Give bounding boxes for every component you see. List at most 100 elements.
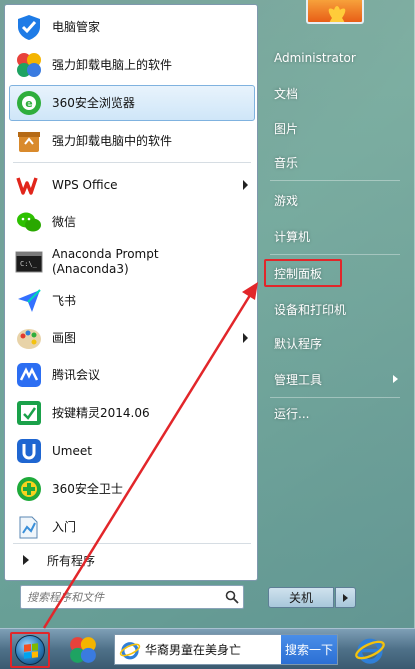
programs-panel: 电脑管家 强力卸载电脑上的软件 e 360安全浏览器 强力卸载电脑中的软件 WP… (4, 4, 258, 581)
run-label: 运行... (274, 406, 310, 421)
program-item-uninstall-2[interactable]: 强力卸载电脑中的软件 (9, 123, 255, 159)
documents-label: 文档 (274, 86, 299, 101)
default-programs-link[interactable]: 默认程序 (264, 329, 404, 357)
program-label: WPS Office (52, 177, 118, 192)
admin-tools-link[interactable]: 管理工具 (264, 365, 404, 393)
divider (13, 543, 251, 544)
program-label: 360安全浏览器 (52, 95, 135, 110)
program-label-line2: (Anaconda3) (52, 262, 129, 276)
program-item-umeet[interactable]: Umeet (9, 433, 255, 469)
program-item-wps[interactable]: WPS Office (9, 167, 255, 203)
program-label: 飞书 (52, 293, 77, 308)
recycle-box-icon (14, 126, 44, 156)
shutdown-label: 关机 (288, 591, 313, 605)
control-panel-label: 控制面板 (274, 266, 323, 281)
tencent-meeting-icon (14, 360, 44, 390)
svg-text:C:\_: C:\_ (20, 260, 38, 268)
uninstall-clover-icon (70, 637, 96, 663)
user-avatar[interactable] (306, 0, 364, 24)
divider (270, 180, 400, 181)
program-item-tencent-meeting[interactable]: 腾讯会议 (9, 357, 255, 393)
control-panel-link[interactable]: 控制面板 (264, 259, 342, 287)
start-search-box[interactable] (20, 585, 244, 609)
devices-printers-link[interactable]: 设备和打印机 (264, 295, 404, 323)
all-programs-button[interactable]: 所有程序 (9, 546, 255, 574)
computer-link[interactable]: 计算机 (264, 222, 404, 250)
tencent-pc-manager-icon (14, 12, 44, 42)
submenu-arrow-icon (393, 375, 398, 383)
program-item-feishu[interactable]: 飞书 (9, 283, 255, 319)
taskbar-search-button[interactable]: 搜索一下 (281, 635, 337, 664)
wps-icon (14, 170, 44, 200)
run-link[interactable]: 运行... (264, 399, 404, 427)
start-menu: 电脑管家 强力卸载电脑上的软件 e 360安全浏览器 强力卸载电脑中的软件 WP… (0, 0, 415, 628)
taskbar-ie-app[interactable] (352, 633, 388, 667)
divider (13, 162, 251, 163)
shutdown-button[interactable]: 关机 (268, 587, 334, 608)
documents-link[interactable]: 文档 (264, 79, 404, 107)
program-item-uninstall[interactable]: 强力卸载电脑上的软件 (9, 47, 255, 83)
taskbar-uninstall-app[interactable] (66, 634, 100, 666)
devices-printers-label: 设备和打印机 (274, 302, 347, 317)
submenu-arrow-icon (243, 180, 248, 190)
program-label: 腾讯会议 (52, 367, 101, 382)
program-label: 电脑管家 (52, 19, 101, 34)
program-item-getting-started[interactable]: 入门 (9, 509, 255, 545)
svg-text:e: e (25, 97, 32, 110)
feishu-icon (14, 286, 44, 316)
terminal-icon: C:\_ (14, 247, 44, 277)
pictures-label: 图片 (274, 121, 299, 136)
program-label: Umeet (52, 443, 92, 458)
shutdown-options-button[interactable] (335, 587, 356, 608)
program-item-anaconda[interactable]: C:\_ Anaconda Prompt (Anaconda3) (9, 241, 255, 283)
uninstall-clover-icon (14, 50, 44, 80)
user-name: Administrator (274, 51, 356, 65)
taskbar: 华裔男童在美身亡 搜索一下 (0, 628, 415, 669)
start-button[interactable] (10, 632, 50, 668)
program-label: 微信 (52, 214, 77, 229)
search-icon[interactable] (221, 586, 243, 608)
all-programs-label: 所有程序 (47, 553, 96, 568)
expand-arrow-icon (23, 555, 29, 565)
program-item-key-sprite[interactable]: 按键精灵2014.06 (9, 395, 255, 431)
taskbar-search-widget[interactable]: 华裔男童在美身亡 搜索一下 (114, 634, 338, 665)
default-programs-label: 默认程序 (274, 336, 323, 351)
paint-icon (14, 323, 44, 353)
program-label: 360安全卫士 (52, 481, 123, 496)
program-item-pc-manager[interactable]: 电脑管家 (9, 9, 255, 45)
umeet-icon (14, 436, 44, 466)
wechat-icon (14, 207, 44, 237)
divider (270, 254, 400, 255)
search-input[interactable] (27, 587, 221, 607)
program-label-line1: Anaconda Prompt (52, 247, 159, 261)
program-item-wechat[interactable]: 微信 (9, 204, 255, 240)
program-label: 按键精灵2014.06 (52, 405, 150, 420)
program-item-360-browser[interactable]: e 360安全浏览器 (9, 85, 255, 121)
key-sprite-icon (14, 398, 44, 428)
flower-picture-icon (328, 6, 346, 22)
music-link[interactable]: 音乐 (264, 148, 404, 176)
user-name-link[interactable]: Administrator (264, 44, 404, 72)
program-label: 强力卸载电脑中的软件 (52, 133, 173, 148)
windows-logo-icon (15, 635, 45, 665)
pictures-link[interactable]: 图片 (264, 114, 404, 142)
360-browser-icon: e (14, 88, 44, 118)
divider (270, 397, 400, 398)
games-link[interactable]: 游戏 (264, 186, 404, 214)
music-label: 音乐 (274, 155, 299, 170)
program-label: 强力卸载电脑上的软件 (52, 57, 173, 72)
program-label: 画图 (52, 330, 77, 345)
ie-icon (119, 641, 141, 659)
internet-explorer-icon (355, 638, 385, 664)
games-label: 游戏 (274, 193, 299, 208)
getting-started-icon (14, 512, 44, 542)
computer-label: 计算机 (274, 229, 311, 244)
program-label: 入门 (52, 519, 77, 534)
taskbar-search-query[interactable]: 华裔男童在美身亡 (141, 641, 281, 658)
admin-tools-label: 管理工具 (274, 372, 323, 387)
program-item-360-safe[interactable]: 360安全卫士 (9, 471, 255, 507)
chevron-right-icon (343, 593, 348, 602)
360-safe-icon (14, 474, 44, 504)
program-item-paint[interactable]: 画图 (9, 320, 255, 356)
submenu-arrow-icon (243, 333, 248, 343)
